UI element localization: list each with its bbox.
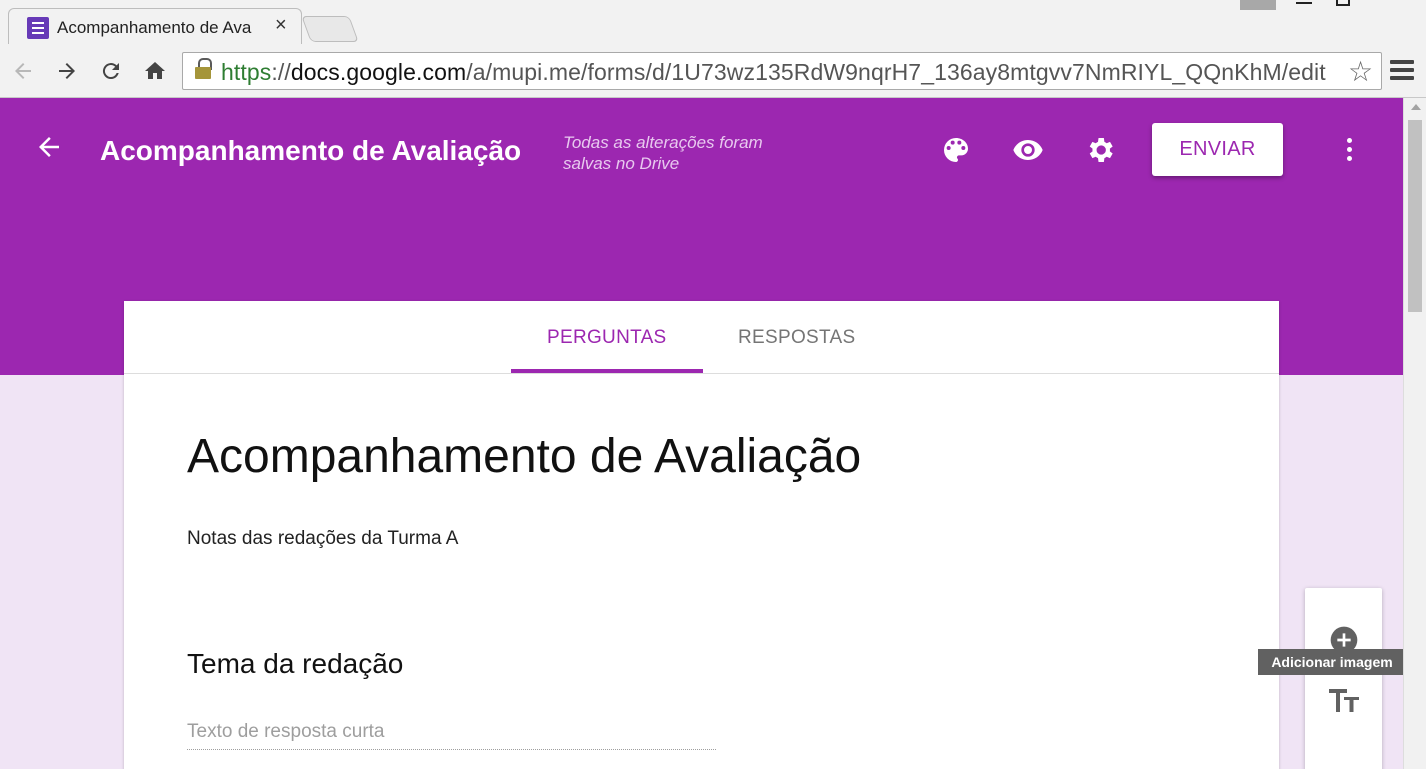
tab-responses[interactable]: RESPOSTAS <box>738 327 855 349</box>
form-tabs: PERGUNTAS RESPOSTAS <box>124 301 1279 374</box>
tab-close-icon[interactable]: × <box>275 14 287 37</box>
tab-questions[interactable]: PERGUNTAS <box>547 327 667 349</box>
palette-icon[interactable] <box>940 134 972 166</box>
question-title[interactable]: Tema da redação <box>187 648 403 680</box>
active-tab-indicator <box>511 369 703 373</box>
url-separator: :// <box>271 59 291 85</box>
bookmark-star-icon[interactable]: ☆ <box>1348 55 1373 88</box>
new-tab-button[interactable] <box>301 16 359 42</box>
save-status: Todas as alterações foram salvas no Driv… <box>563 133 763 173</box>
lock-icon <box>195 58 212 79</box>
reload-icon[interactable] <box>96 56 126 86</box>
form-card: PERGUNTAS RESPOSTAS Acompanhamento de Av… <box>124 301 1279 769</box>
forward-arrow-icon[interactable] <box>52 56 82 86</box>
scroll-thumb[interactable] <box>1408 120 1422 312</box>
window-maximize-button[interactable] <box>1296 0 1312 4</box>
window-restore-button[interactable] <box>1336 0 1350 6</box>
home-icon[interactable] <box>140 56 170 86</box>
scroll-up-arrow-icon[interactable] <box>1411 104 1421 110</box>
browser-tab-title: Acompanhamento de Ava <box>57 18 252 37</box>
url-scheme: https <box>221 59 272 85</box>
browser-menu-icon[interactable] <box>1390 60 1414 84</box>
form-description-field[interactable]: Notas das redações da Turma A <box>187 528 458 550</box>
add-image-tooltip: Adicionar imagem <box>1258 649 1406 675</box>
url-host: docs.google.com <box>290 59 467 85</box>
form-title-field[interactable]: Acompanhamento de Avaliação <box>187 429 861 484</box>
preview-eye-icon[interactable] <box>1011 134 1043 166</box>
form-title-header[interactable]: Acompanhamento de Avaliação <box>100 135 521 167</box>
url-path: /a/mupi.me/forms/d/1U73wz135RdW9nqrH7_13… <box>466 59 1326 85</box>
back-arrow-icon[interactable] <box>8 56 38 86</box>
short-answer-placeholder: Texto de resposta curta <box>187 721 716 750</box>
add-title-text-icon[interactable] <box>1327 684 1361 714</box>
forms-favicon-icon <box>27 17 49 39</box>
more-options-icon[interactable] <box>1340 138 1358 166</box>
url-text[interactable]: https://docs.google.com/a/mupi.me/forms/… <box>221 59 1343 86</box>
send-button[interactable]: ENVIAR <box>1152 123 1283 176</box>
browser-tabstrip: Acompanhamento de Ava × <box>0 0 1426 44</box>
settings-gear-icon[interactable] <box>1084 134 1116 166</box>
window-minimize-button[interactable] <box>1240 0 1276 10</box>
browser-tab[interactable]: Acompanhamento de Ava × <box>8 8 302 44</box>
back-arrow-icon[interactable] <box>34 132 64 162</box>
forms-page: Acompanhamento de Avaliação Todas as alt… <box>0 98 1403 769</box>
address-bar[interactable]: https://docs.google.com/a/mupi.me/forms/… <box>182 52 1382 90</box>
form-side-toolbar <box>1305 588 1382 769</box>
browser-toolbar: https://docs.google.com/a/mupi.me/forms/… <box>0 44 1426 98</box>
page-scrollbar[interactable] <box>1403 98 1426 769</box>
